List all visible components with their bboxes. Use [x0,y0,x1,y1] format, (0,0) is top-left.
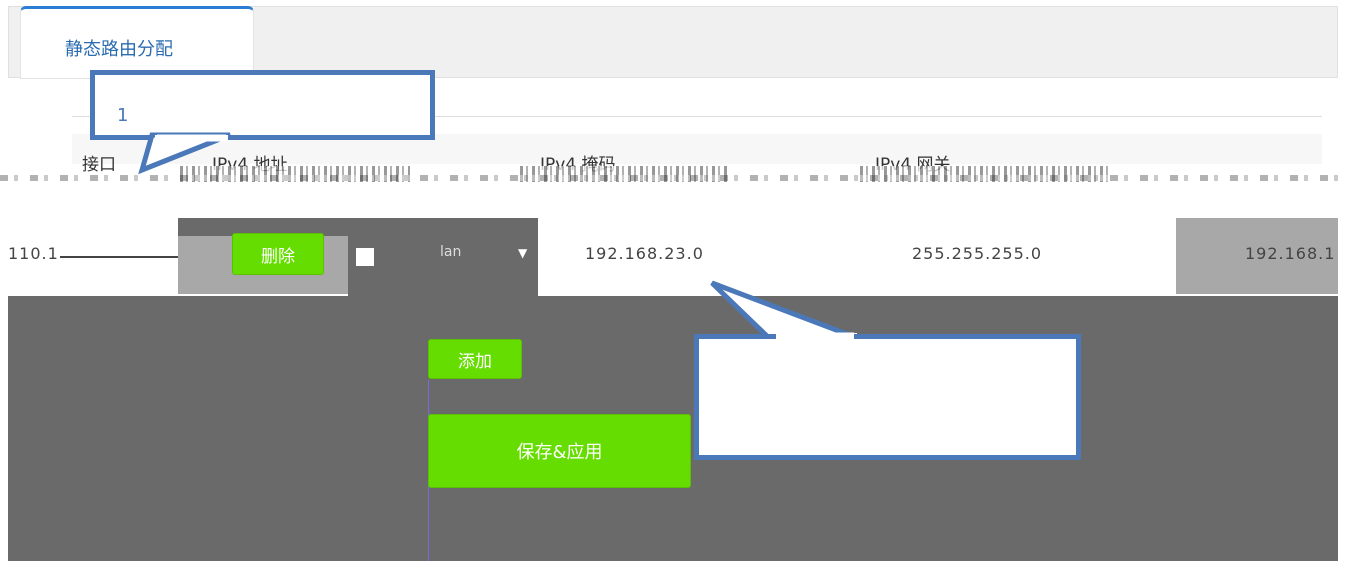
callout-tail-cover [157,134,854,340]
